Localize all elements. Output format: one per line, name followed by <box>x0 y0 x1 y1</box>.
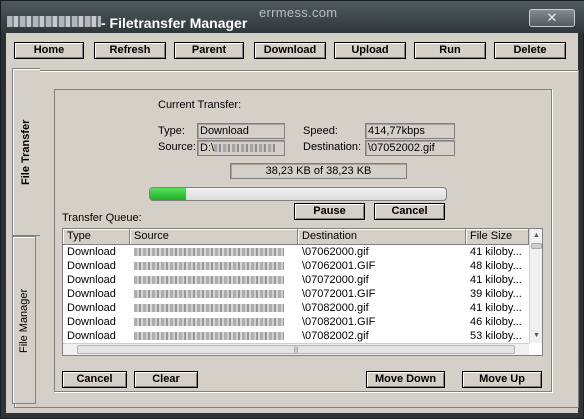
queue-cancel-button[interactable]: Cancel <box>62 371 127 388</box>
queue-cell-size: 41 kiloby... <box>470 302 522 314</box>
queue-cell-size: 48 kiloby... <box>470 260 522 272</box>
queue-cell-source <box>130 329 298 343</box>
redacted-path <box>214 144 277 153</box>
queue-cell-size: 53 kiloby... <box>470 330 522 342</box>
queue-cell-type: Download <box>67 246 116 258</box>
column-type[interactable]: Type <box>63 229 130 245</box>
type-value: Download <box>197 123 285 139</box>
column-file-size[interactable]: File Size <box>466 229 529 245</box>
queue-horizontal-scrollbar[interactable]: ||| <box>63 343 529 355</box>
home-button[interactable]: Home <box>14 42 84 59</box>
progress-fill <box>150 188 186 200</box>
queue-vertical-scrollbar[interactable]: ▲ ▼ <box>529 229 542 343</box>
parent-button[interactable]: Parent <box>174 42 244 59</box>
queue-cell-size: 41 kiloby... <box>470 246 522 258</box>
vertical-scroll-thumb[interactable] <box>531 243 542 249</box>
queue-row[interactable]: Download \07062000.gif 41 kiloby... <box>63 245 529 259</box>
queue-cell-source <box>130 245 298 259</box>
upload-button[interactable]: Upload <box>334 42 406 59</box>
move-up-button[interactable]: Move Up <box>462 371 542 388</box>
queue-cell-source <box>130 301 298 315</box>
delete-button[interactable]: Delete <box>494 42 566 59</box>
source-value: D:\ <box>200 142 215 154</box>
type-label: Type: <box>158 125 185 137</box>
queue-cell-type: Download <box>67 330 116 342</box>
speed-label: Speed: <box>303 125 338 137</box>
queue-cell-type: Download <box>67 288 116 300</box>
move-down-button[interactable]: Move Down <box>366 371 445 388</box>
run-button[interactable]: Run <box>414 42 486 59</box>
destination-value: \07052002.gif <box>365 140 455 156</box>
queue-cell-size: 39 kiloby... <box>470 288 522 300</box>
queue-cell-destination: \07082002.gif <box>302 330 369 342</box>
column-destination[interactable]: Destination <box>298 229 466 245</box>
queue-cell-type: Download <box>67 274 116 286</box>
queue-clear-button[interactable]: Clear <box>134 371 198 388</box>
cancel-transfer-button[interactable]: Cancel <box>374 203 445 220</box>
scroll-down-icon[interactable]: ▼ <box>530 329 542 342</box>
close-button[interactable]: ✕ <box>529 9 575 27</box>
redacted-source-path <box>134 290 284 299</box>
queue-cell-destination: \07072000.gif <box>302 274 369 286</box>
queue-cell-source <box>130 259 298 273</box>
source-field: D:\ <box>197 140 285 156</box>
queue-cell-source <box>130 315 298 329</box>
queue-row[interactable]: Download \07072000.gif 41 kiloby... <box>63 273 529 287</box>
queue-row[interactable]: Download \07062001.GIF 48 kiloby... <box>63 259 529 273</box>
watermark: errmess.com <box>259 5 338 20</box>
queue-cell-type: Download <box>67 316 116 328</box>
queue-cell-destination: \07082001.GIF <box>302 316 376 328</box>
queue-row[interactable]: Download \07082002.gif 53 kiloby... <box>63 329 529 343</box>
redacted-source-path <box>134 248 284 257</box>
redacted-source-path <box>134 304 284 313</box>
queue-header: Type Source Destination File Size <box>63 229 529 245</box>
download-button[interactable]: Download <box>254 42 326 59</box>
bytes-transferred: 38,23 KB of 38,23 KB <box>230 163 407 179</box>
pause-button[interactable]: Pause <box>294 203 365 220</box>
queue-cell-size: 46 kiloby... <box>470 316 522 328</box>
speed-value: 414,77kbps <box>365 123 455 139</box>
queue-cell-size: 41 kiloby... <box>470 274 522 286</box>
transfer-queue-list[interactable]: Type Source Destination File Size Downlo… <box>62 228 543 356</box>
redacted-source-path <box>134 332 284 341</box>
transfer-progress-bar <box>149 187 447 201</box>
queue-row[interactable]: Download \07082000.gif 41 kiloby... <box>63 301 529 315</box>
transfer-queue-label: Transfer Queue: <box>62 212 142 224</box>
redacted-app-name <box>7 16 101 27</box>
queue-cell-destination: \07062000.gif <box>302 246 369 258</box>
queue-cell-source <box>130 287 298 301</box>
queue-row[interactable]: Download \07082001.GIF 46 kiloby... <box>63 315 529 329</box>
column-source[interactable]: Source <box>130 229 298 245</box>
scroll-up-icon[interactable]: ▲ <box>530 229 542 242</box>
queue-cell-type: Download <box>67 260 116 272</box>
tab-file-manager-label: File Manager <box>18 288 30 353</box>
window-title: - Filetransfer Manager <box>101 15 248 31</box>
queue-cell-type: Download <box>67 302 116 314</box>
refresh-button[interactable]: Refresh <box>94 42 166 59</box>
redacted-source-path <box>134 276 284 285</box>
source-label: Source: <box>158 141 196 153</box>
queue-cell-source <box>130 273 298 287</box>
queue-cell-destination: \07072001.GIF <box>302 288 376 300</box>
horizontal-scroll-thumb[interactable]: ||| <box>77 345 515 354</box>
tab-file-transfer-label: File Transfer <box>20 119 32 185</box>
queue-rows: Download \07062000.gif 41 kiloby... Downloa… <box>63 245 529 355</box>
queue-row[interactable]: Download \07072001.GIF 39 kiloby... <box>63 287 529 301</box>
title-bar: - Filetransfer Manager errmess.com ✕ <box>1 1 584 33</box>
tab-file-transfer[interactable]: File Transfer <box>12 68 40 236</box>
destination-label: Destination: <box>303 141 362 153</box>
tab-file-manager[interactable]: File Manager <box>12 236 36 404</box>
queue-cell-destination: \07062001.GIF <box>302 260 376 272</box>
current-transfer-heading: Current Transfer: <box>158 99 242 111</box>
redacted-source-path <box>134 262 284 271</box>
queue-cell-destination: \07082000.gif <box>302 302 369 314</box>
redacted-source-path <box>134 318 284 327</box>
